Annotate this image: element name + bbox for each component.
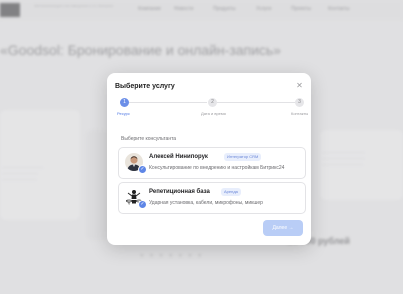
step-1-label: Ресурс: [117, 111, 130, 116]
option-rehearsal-base[interactable]: ✓ Репетиционная база Аренда Ударная уста…: [118, 182, 306, 214]
check-icon: ✓: [138, 165, 147, 174]
option-consultant[interactable]: ✓ Алексей Нинипорук Интегратор CRM Консу…: [118, 147, 306, 179]
step-connector: [129, 102, 207, 103]
option-name: Алексей Нинипорук: [149, 154, 208, 160]
option-tag: Аренда: [221, 188, 241, 196]
modal-title: Выберите услугу: [115, 83, 175, 90]
step-2-indicator[interactable]: 2: [208, 98, 217, 107]
service-modal: Выберите услугу ✕ 1 2 3 Ресурс Дата и вр…: [107, 73, 311, 245]
option-name: Репетиционная база: [149, 189, 210, 195]
option-description: Консультирование по внедрению и настройк…: [149, 165, 285, 171]
next-button[interactable]: Далее →: [263, 220, 303, 236]
stepper: 1 2 3 Ресурс Дата и время Контакты: [115, 97, 308, 121]
step-3-indicator[interactable]: 3: [295, 98, 304, 107]
option-description: Ударная установка, кабели, микрофоны, ми…: [149, 200, 263, 206]
option-tag: Интегратор CRM: [224, 153, 262, 161]
step-1-indicator[interactable]: 1: [120, 98, 129, 107]
step-2-label: Дата и время: [201, 111, 226, 116]
step-connector: [217, 102, 295, 103]
close-icon[interactable]: ✕: [295, 81, 304, 90]
section-label: Выберите консультанта: [121, 136, 177, 142]
check-icon: ✓: [138, 200, 147, 209]
step-3-label: Контакты: [291, 111, 309, 116]
